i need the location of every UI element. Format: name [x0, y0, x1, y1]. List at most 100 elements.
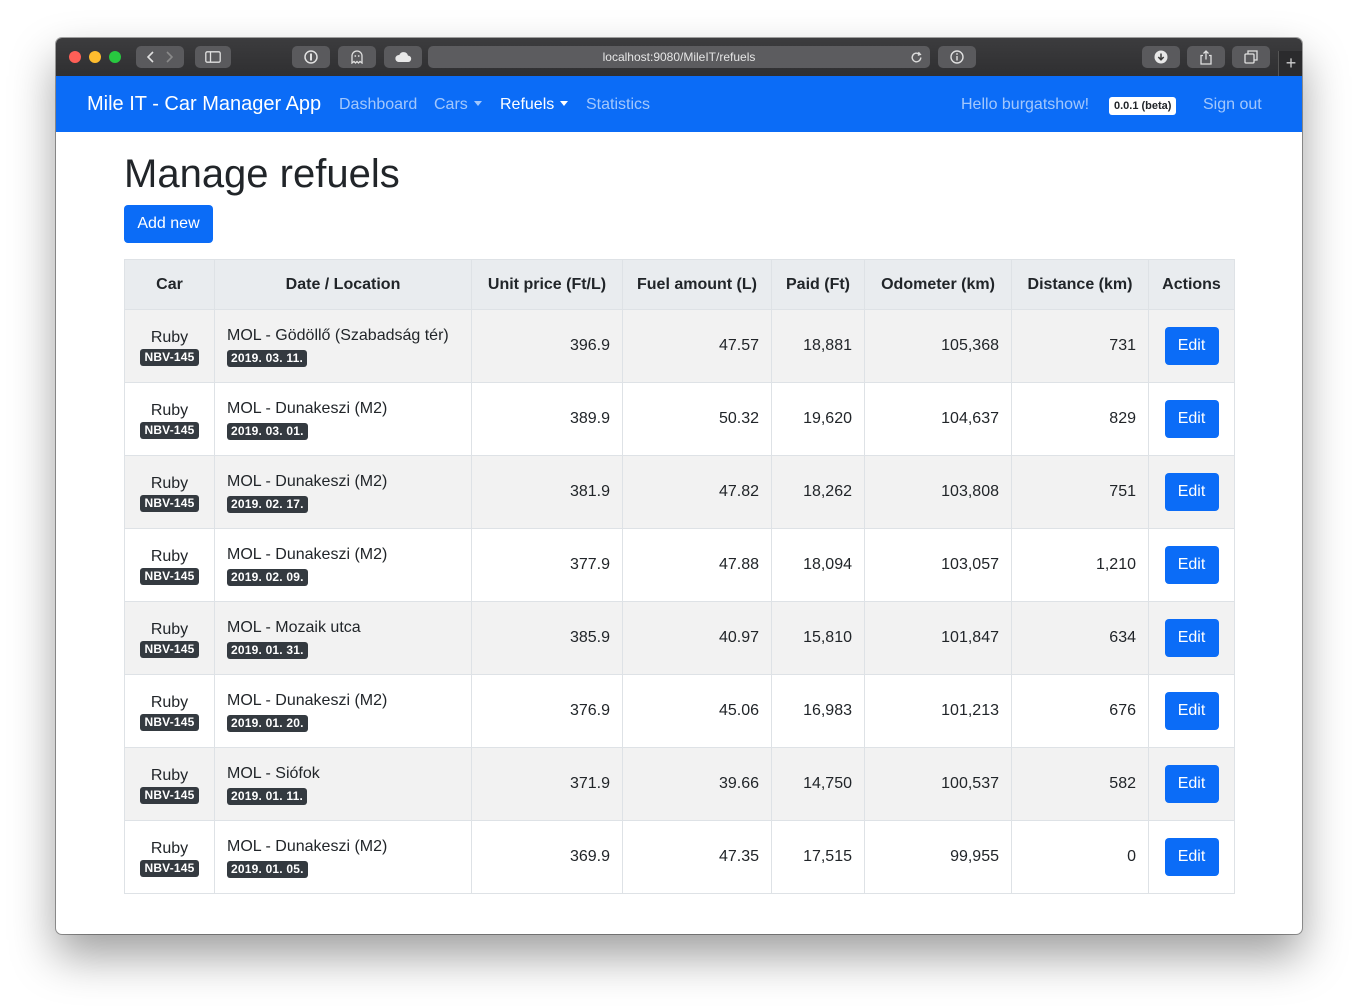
- odometer-cell: 99,955: [864, 820, 1012, 894]
- paid-cell: 18,262: [771, 455, 865, 529]
- chevron-right-icon[interactable]: [165, 51, 173, 63]
- actions-cell: Edit: [1148, 382, 1235, 456]
- car-cell: Ruby NBV-145: [124, 455, 215, 529]
- edit-button[interactable]: Edit: [1164, 546, 1219, 584]
- caret-down-icon: [473, 101, 482, 106]
- caret-down-icon: [560, 101, 569, 106]
- unit-price-cell: 389.9: [471, 382, 623, 456]
- date-location-cell: MOL - Mozaik utca 2019. 01. 31.: [214, 601, 472, 675]
- date-badge: 2019. 01. 31.: [227, 641, 308, 659]
- car-name: Ruby: [150, 694, 189, 711]
- sidebar-toggle-button[interactable]: [195, 46, 231, 68]
- plate-badge: NBV-145: [140, 641, 199, 658]
- nav-dashboard[interactable]: Dashboard: [339, 95, 417, 115]
- car-cell: Ruby NBV-145: [124, 820, 215, 894]
- refuels-table-body: Ruby NBV-145 MOL - Gödöllő (Szabadság té…: [124, 309, 1235, 894]
- paid-cell: 16,983: [771, 674, 865, 748]
- fuel-amount-cell: 45.06: [622, 674, 772, 748]
- distance-cell: 634: [1011, 601, 1149, 675]
- car-name: Ruby: [150, 621, 189, 638]
- date-location-cell: MOL - Dunakeszi (M2) 2019. 01. 20.: [214, 674, 472, 748]
- edit-button[interactable]: Edit: [1164, 765, 1219, 803]
- location-name: MOL - Dunakeszi (M2): [227, 545, 388, 563]
- odometer-cell: 100,537: [864, 747, 1012, 821]
- edit-button[interactable]: Edit: [1164, 400, 1219, 438]
- nav-cars-dropdown[interactable]: Cars: [434, 95, 482, 115]
- nav-refuels-label: Refuels: [500, 96, 555, 113]
- car-cell: Ruby NBV-145: [124, 309, 215, 383]
- ghost-icon: [351, 50, 363, 64]
- password-manager-icon: [304, 50, 318, 64]
- minimize-window-button[interactable]: [89, 51, 101, 63]
- new-tab-button[interactable]: +: [1278, 51, 1302, 76]
- sign-out-link[interactable]: Sign out: [1203, 95, 1262, 115]
- add-new-button[interactable]: Add new: [124, 205, 213, 243]
- odometer-cell: 103,808: [864, 455, 1012, 529]
- zoom-window-button[interactable]: [109, 51, 121, 63]
- date-location-cell: MOL - Dunakeszi (M2) 2019. 03. 01.: [214, 382, 472, 456]
- date-location-cell: MOL - Gödöllő (Szabadság tér) 2019. 03. …: [214, 309, 472, 383]
- paid-cell: 18,094: [771, 528, 865, 602]
- share-button[interactable]: [1187, 46, 1225, 68]
- reload-icon[interactable]: [908, 49, 924, 65]
- table-row: Ruby NBV-145 MOL - Siófok 2019. 01. 11. …: [124, 747, 1235, 821]
- plate-badge: NBV-145: [140, 860, 199, 877]
- address-bar[interactable]: localhost:9080/MileIT/refuels: [428, 46, 930, 68]
- edit-button[interactable]: Edit: [1164, 838, 1219, 876]
- table-header-row: Car Date / Location Unit price (Ft/L) Fu…: [124, 259, 1235, 310]
- header-distance: Distance (km): [1011, 259, 1149, 310]
- edit-button[interactable]: Edit: [1164, 473, 1219, 511]
- fuel-amount-cell: 47.35: [622, 820, 772, 894]
- distance-cell: 0: [1011, 820, 1149, 894]
- nav-refuels-dropdown[interactable]: Refuels: [500, 95, 569, 115]
- tab-overview-button[interactable]: [1232, 46, 1270, 68]
- fuel-amount-cell: 50.32: [622, 382, 772, 456]
- unit-price-cell: 385.9: [471, 601, 623, 675]
- odometer-cell: 101,847: [864, 601, 1012, 675]
- share-icon: [1200, 49, 1212, 65]
- close-window-button[interactable]: [69, 51, 81, 63]
- password-extension-button[interactable]: [292, 46, 330, 68]
- plate-badge: NBV-145: [140, 568, 199, 585]
- downloads-button[interactable]: [1142, 46, 1180, 68]
- edit-button[interactable]: Edit: [1164, 692, 1219, 730]
- unit-price-cell: 376.9: [471, 674, 623, 748]
- cloud-icon: [394, 51, 412, 63]
- paid-cell: 17,515: [771, 820, 865, 894]
- info-icon: [950, 50, 964, 64]
- edit-button[interactable]: Edit: [1164, 619, 1219, 657]
- table-row: Ruby NBV-145 MOL - Dunakeszi (M2) 2019. …: [124, 528, 1235, 602]
- table-row: Ruby NBV-145 MOL - Dunakeszi (M2) 2019. …: [124, 382, 1235, 456]
- nav-statistics[interactable]: Statistics: [586, 95, 650, 115]
- date-badge: 2019. 01. 05.: [227, 860, 308, 878]
- icloud-tabs-button[interactable]: [384, 46, 422, 68]
- location-name: MOL - Dunakeszi (M2): [227, 691, 388, 709]
- date-badge: 2019. 02. 17.: [227, 495, 308, 513]
- actions-cell: Edit: [1148, 528, 1235, 602]
- back-forward-buttons[interactable]: [136, 46, 184, 68]
- location-name: MOL - Gödöllő (Szabadság tér): [227, 326, 449, 344]
- table-row: Ruby NBV-145 MOL - Dunakeszi (M2) 2019. …: [124, 455, 1235, 529]
- brand-link[interactable]: Mile IT - Car Manager App: [87, 92, 321, 116]
- car-cell: Ruby NBV-145: [124, 601, 215, 675]
- header-odometer: Odometer (km): [864, 259, 1012, 310]
- distance-cell: 751: [1011, 455, 1149, 529]
- date-badge: 2019. 01. 20.: [227, 714, 308, 732]
- edit-button[interactable]: Edit: [1164, 327, 1219, 365]
- browser-toolbar: localhost:9080/MileIT/refuels +: [56, 38, 1302, 77]
- chevron-left-icon[interactable]: [147, 51, 155, 63]
- plate-badge: NBV-145: [140, 714, 199, 731]
- plate-badge: NBV-145: [140, 349, 199, 366]
- download-icon: [1154, 50, 1168, 64]
- page-info-button[interactable]: [938, 46, 976, 68]
- date-location-cell: MOL - Dunakeszi (M2) 2019. 01. 05.: [214, 820, 472, 894]
- unit-price-cell: 396.9: [471, 309, 623, 383]
- header-fuel-amount: Fuel amount (L): [622, 259, 772, 310]
- actions-cell: Edit: [1148, 674, 1235, 748]
- location-name: MOL - Mozaik utca: [227, 618, 361, 636]
- nav-cars-label: Cars: [434, 96, 468, 113]
- unit-price-cell: 377.9: [471, 528, 623, 602]
- header-actions: Actions: [1148, 259, 1235, 310]
- distance-cell: 829: [1011, 382, 1149, 456]
- ghostery-extension-button[interactable]: [338, 46, 376, 68]
